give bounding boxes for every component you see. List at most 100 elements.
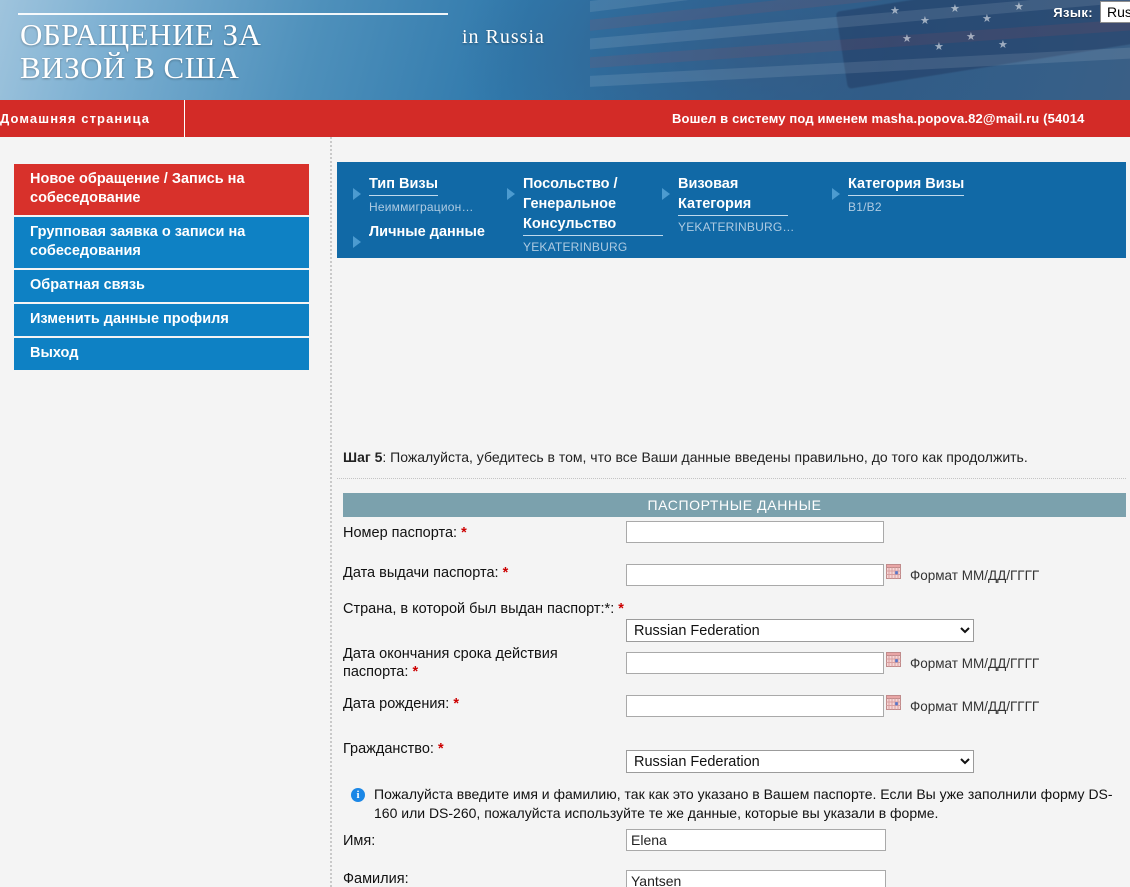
label-citizenship-text: Гражданство:	[343, 741, 434, 757]
language-label: Язык:	[1053, 4, 1093, 20]
date-format-hint: Формат ММ/ДД/ГГГГ	[910, 698, 1040, 714]
date-format-hint: Формат ММ/ДД/ГГГГ	[910, 655, 1040, 671]
row-first-name: Имя:	[343, 829, 1126, 864]
control-citizenship: Russian Federation	[626, 733, 1126, 773]
home-link-label: Домашняя страница	[0, 111, 151, 126]
section-header-passport: ПАСПОРТНЫЕ ДАННЫЕ	[343, 493, 1126, 517]
label-passport-number-text: Номер паспорта:	[343, 525, 458, 541]
chevron-right-icon	[662, 188, 670, 200]
step-visa-class-sub: B1/B2	[848, 200, 882, 214]
site-header: ★ ★ ★ ★ ★ ★ ★ ★ ★ ОБРАЩЕНИЕ ЗА ВИЗОЙ В С…	[0, 0, 1130, 100]
date-format-hint: Формат ММ/ДД/ГГГГ	[910, 567, 1040, 583]
last-name-input[interactable]	[626, 870, 886, 887]
step-visa-category[interactable]: Визовая Категория YEKATERINBURG…	[662, 174, 832, 236]
issue-date-input[interactable]	[626, 564, 884, 586]
step-embassy-sub: YEKATERINBURG	[523, 240, 628, 254]
control-passport-number	[626, 521, 1126, 543]
content-divider	[337, 478, 1126, 479]
top-nav-bar: Домашняя страница Вошел в систему под им…	[0, 100, 1130, 137]
language-selector[interactable]: Язык: Russian	[1053, 1, 1130, 23]
control-issue-date: Формат ММ/ДД/ГГГГ	[626, 556, 1126, 586]
step-embassy[interactable]: Посольство / Генеральное Консульство YEK…	[507, 174, 675, 256]
row-issue-date: Дата выдачи паспорта: * Формат ММ/ДД/ГГГ…	[343, 556, 1126, 600]
home-link[interactable]: Домашняя страница	[0, 100, 185, 137]
step-personal-data-title[interactable]: Личные данные	[369, 222, 485, 243]
required-marker: *	[437, 741, 444, 757]
logged-in-status: Вошел в систему под именем masha.popova.…	[672, 111, 1085, 126]
main-content: Тип Визы Неиммиграцион… Личные данные По…	[330, 137, 1130, 887]
control-issue-country: Russian Federation	[626, 600, 1126, 642]
chevron-right-icon	[353, 236, 361, 248]
calendar-icon[interactable]	[886, 563, 901, 579]
sidebar-nav: Новое обращение / Запись на собеседовани…	[14, 164, 309, 372]
first-name-input[interactable]	[626, 829, 886, 851]
name-instruction-text: Пожалуйста введите имя и фамилию, так ка…	[374, 786, 1113, 821]
label-birth-date: Дата рождения: *	[343, 689, 626, 714]
calendar-icon[interactable]	[886, 694, 901, 710]
page-body: Новое обращение / Запись на собеседовани…	[0, 137, 1130, 887]
control-expiry-date: Формат ММ/ДД/ГГГГ	[626, 645, 1126, 674]
label-first-name: Имя:	[343, 829, 626, 851]
label-expiry-date: Дата окончания срока действия паспорта: …	[343, 645, 626, 681]
required-marker: *	[502, 565, 509, 581]
step-visa-type[interactable]: Тип Визы Неиммиграцион…	[353, 174, 474, 216]
citizenship-select[interactable]: Russian Federation	[626, 750, 974, 773]
info-icon: i	[351, 788, 365, 802]
step-visa-class[interactable]: Категория Визы B1/B2	[832, 174, 965, 216]
sidebar-item-edit-profile[interactable]: Изменить данные профиля	[14, 304, 309, 336]
sidebar-item-feedback[interactable]: Обратная связь	[14, 270, 309, 302]
label-expiry-date-text: Дата окончания срока действия паспорта:	[343, 646, 558, 680]
step-visa-class-title[interactable]: Категория Визы	[848, 174, 965, 196]
row-last-name: Фамилия:	[343, 864, 1126, 887]
label-passport-number: Номер паспорта: *	[343, 521, 626, 543]
row-citizenship: Гражданство: * Russian Federation	[343, 733, 1126, 781]
step-personal-data[interactable]: Личные данные	[353, 222, 485, 248]
expiry-date-input[interactable]	[626, 652, 884, 674]
step-instruction-text: : Пожалуйста, убедитесь в том, что все В…	[382, 449, 1028, 465]
step-instruction-prefix: Шаг 5	[343, 449, 383, 465]
label-issue-country: Страна, в которой был выдан паспорт:*: *	[343, 600, 626, 618]
required-marker: *	[461, 525, 467, 541]
calendar-icon[interactable]	[886, 651, 901, 667]
label-issue-country-text: Страна, в которой был выдан паспорт:*:	[343, 601, 615, 617]
language-select[interactable]: Russian	[1100, 1, 1130, 23]
required-marker: *	[412, 664, 419, 680]
issue-country-select[interactable]: Russian Federation	[626, 619, 974, 642]
step-embassy-title[interactable]: Посольство / Генеральное Консульство	[523, 174, 663, 236]
chevron-right-icon	[507, 188, 515, 200]
row-passport-number: Номер паспорта: *	[343, 521, 1126, 556]
sidebar-item-new-application[interactable]: Новое обращение / Запись на собеседовани…	[14, 164, 309, 215]
control-first-name	[626, 829, 1126, 851]
label-last-name-text: Фамилия:	[343, 871, 409, 887]
row-expiry-date: Дата окончания срока действия паспорта: …	[343, 645, 1126, 689]
label-citizenship: Гражданство: *	[343, 733, 626, 759]
label-issue-date-text: Дата выдачи паспорта:	[343, 565, 499, 581]
passport-form: Номер паспорта: * Дата выдачи паспорта: …	[343, 521, 1126, 887]
required-marker: *	[453, 696, 460, 712]
step-visa-type-title[interactable]: Тип Визы	[369, 174, 438, 196]
step-breadcrumb: Тип Визы Неиммиграцион… Личные данные По…	[337, 162, 1126, 258]
sidebar-item-group-application[interactable]: Групповая заявка о записи на собеседован…	[14, 217, 309, 268]
control-birth-date: Формат ММ/ДД/ГГГГ	[626, 689, 1126, 717]
step-visa-category-sub: YEKATERINBURG…	[678, 220, 795, 234]
chevron-right-icon	[832, 188, 840, 200]
birth-date-input[interactable]	[626, 695, 884, 717]
passport-number-input[interactable]	[626, 521, 884, 543]
name-instruction-notice: i Пожалуйста введите имя и фамилию, так …	[343, 781, 1118, 825]
chevron-right-icon	[353, 188, 361, 200]
label-issue-date: Дата выдачи паспорта: *	[343, 556, 626, 583]
step-visa-category-title[interactable]: Визовая Категория	[678, 174, 788, 216]
sidebar-item-logout[interactable]: Выход	[14, 338, 309, 370]
required-marker: *	[618, 601, 624, 617]
row-birth-date: Дата рождения: * Формат ММ/ДД/ГГГГ	[343, 689, 1126, 733]
site-subtitle: in Russia	[462, 26, 545, 48]
label-last-name: Фамилия:	[343, 864, 626, 887]
usa-flag-graphic: ★ ★ ★ ★ ★ ★ ★ ★ ★	[590, 0, 1130, 100]
page-title: ОБРАЩЕНИЕ ЗА ВИЗОЙ В США	[20, 17, 262, 85]
row-issue-country: Страна, в которой был выдан паспорт:*: *…	[343, 600, 1126, 645]
label-first-name-text: Имя:	[343, 833, 376, 849]
control-last-name	[626, 864, 1126, 887]
label-birth-date-text: Дата рождения:	[343, 696, 450, 712]
step-visa-type-sub: Неиммиграцион…	[369, 200, 474, 214]
title-rule	[18, 13, 448, 15]
